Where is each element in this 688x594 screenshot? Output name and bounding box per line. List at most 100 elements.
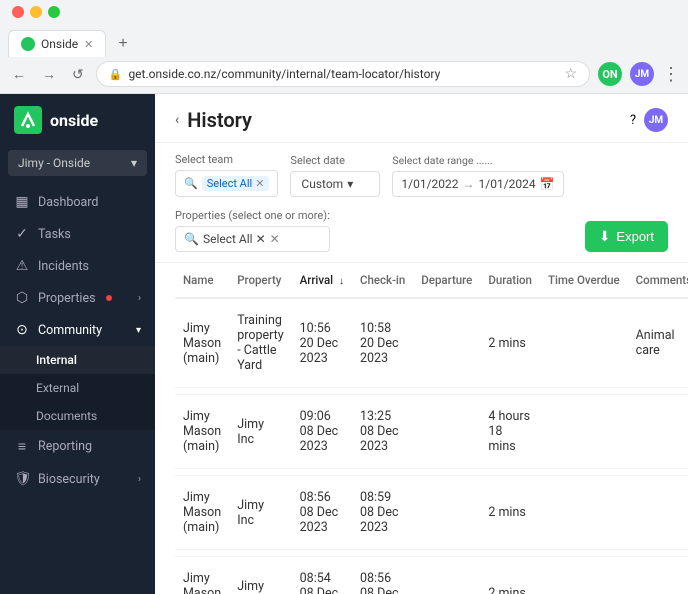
star-icon[interactable]: ☆ — [564, 66, 577, 82]
new-tab-button[interactable]: + — [110, 31, 135, 57]
sidebar-item-tasks[interactable]: ✓ Tasks — [0, 218, 155, 250]
back-button[interactable]: ← — [8, 64, 30, 84]
cell-comments — [628, 557, 688, 594]
dashboard-icon: ▦ — [14, 194, 30, 210]
export-download-icon: ⬇ — [599, 228, 611, 245]
date-range-input[interactable]: 1/01/2022 → 1/01/2024 📅 — [392, 171, 563, 197]
cell-comments: Animal care — [628, 298, 688, 388]
cell-departure — [413, 557, 480, 594]
workspace-selector[interactable]: Jimy - Onside ▾ — [8, 150, 147, 176]
refresh-button[interactable]: ↺ — [68, 64, 88, 85]
calendar-icon[interactable]: 📅 — [540, 177, 555, 191]
col-arrival[interactable]: Arrival ↓ — [292, 263, 352, 298]
props-search-icon: 🔍 — [184, 232, 199, 246]
export-label: Export — [616, 229, 654, 244]
cell-arrival: 09:06 08 Dec 2023 — [292, 395, 352, 469]
props-clear-icon[interactable]: ✕ — [270, 232, 280, 246]
team-filter-select[interactable]: 🔍 Select All ✕ — [175, 170, 278, 197]
sidebar-item-dashboard[interactable]: ▦ Dashboard — [0, 186, 155, 218]
sidebar-label-community: Community — [38, 323, 102, 338]
sidebar-item-reporting[interactable]: ≡ Reporting — [0, 430, 155, 463]
cell-checkin: 10:58 20 Dec 2023 — [352, 298, 413, 388]
export-button[interactable]: ⬇ Export — [585, 221, 668, 252]
profile-icon[interactable]: JM — [630, 62, 654, 86]
cell-arrival: 10:56 20 Dec 2023 — [292, 298, 352, 388]
team-filter-group: Select team 🔍 Select All ✕ — [175, 153, 278, 197]
date-filter-select[interactable]: Custom ▾ — [290, 171, 380, 197]
date-filter-group: Select date Custom ▾ — [290, 154, 380, 197]
col-checkin: Check-in — [352, 263, 413, 298]
properties-chevron-icon: › — [138, 293, 141, 304]
tab-label: Onside — [41, 37, 78, 51]
properties-icon: ⬡ — [14, 290, 30, 306]
history-table: Name Property Arrival ↓ Check-in Departu… — [175, 263, 688, 594]
cell-time-overdue — [540, 476, 628, 550]
cell-departure — [413, 476, 480, 550]
user-avatar[interactable]: JM — [644, 108, 668, 132]
address-bar: ← → ↺ 🔒 get.onside.co.nz/community/inter… — [0, 57, 688, 93]
table-header-row: Name Property Arrival ↓ Check-in Departu… — [175, 263, 688, 298]
cell-time-overdue — [540, 298, 628, 388]
cell-departure — [413, 395, 480, 469]
sidebar-item-external[interactable]: External — [0, 374, 155, 402]
page-title: History — [187, 108, 252, 132]
dot-green[interactable] — [48, 6, 60, 18]
tab-close-icon[interactable]: ✕ — [84, 38, 93, 51]
team-filter-tag: Select All ✕ — [202, 176, 270, 191]
date-from: 1/01/2022 — [401, 177, 458, 191]
active-tab[interactable]: Onside ✕ — [8, 30, 106, 57]
cell-property: Training property - Cattle Yard — [229, 298, 291, 388]
team-filter-label: Select team — [175, 153, 278, 166]
biosecurity-chevron-icon: › — [138, 474, 141, 485]
cell-duration: 2 mins — [480, 298, 540, 388]
col-duration: Duration — [480, 263, 540, 298]
table-row-spacer — [175, 469, 688, 476]
sidebar-item-properties[interactable]: ⬡ Properties › — [0, 282, 155, 314]
cell-departure — [413, 298, 480, 388]
sidebar-nav: ▦ Dashboard ✓ Tasks ⚠ Incidents ⬡ Proper… — [0, 180, 155, 594]
browser-menu-icon[interactable]: ⋮ — [662, 64, 680, 85]
reporting-icon: ≡ — [14, 438, 30, 455]
date-dropdown-chevron-icon: ▾ — [347, 177, 353, 191]
url-text: get.onside.co.nz/community/internal/team… — [128, 67, 440, 81]
sidebar-item-community[interactable]: ⊙ Community ▾ — [0, 314, 155, 346]
cell-time-overdue — [540, 557, 628, 594]
date-range-label: Select date range ...... — [392, 154, 563, 167]
props-filter-value: Select All — [203, 232, 253, 246]
sidebar-logo: onside — [0, 94, 155, 146]
team-search-icon: 🔍 — [184, 177, 198, 190]
cell-name: Jimy Mason (main) — [175, 298, 229, 388]
sidebar-item-documents[interactable]: Documents — [0, 402, 155, 430]
props-tag-clear-icon[interactable]: ✕ — [256, 232, 266, 246]
extension-icon[interactable]: ON — [598, 62, 622, 86]
props-filter-select[interactable]: 🔍 Select All ✕ ✕ — [175, 226, 330, 252]
cell-duration: 2 mins — [480, 476, 540, 550]
url-bar[interactable]: 🔒 get.onside.co.nz/community/internal/te… — [96, 61, 590, 87]
tab-favicon — [21, 37, 35, 51]
filters-bar: Select team 🔍 Select All ✕ Select date C… — [155, 143, 688, 263]
tasks-icon: ✓ — [14, 226, 30, 242]
properties-filter-group: Properties (select one or more): 🔍 Selec… — [175, 209, 330, 252]
dot-yellow[interactable] — [30, 6, 42, 18]
sidebar-item-biosecurity[interactable]: 🛡 Biosecurity › — [0, 463, 155, 495]
back-button[interactable]: ‹ — [175, 112, 179, 128]
lock-icon: 🔒 — [109, 68, 123, 81]
team-filter-clear-icon[interactable]: ✕ — [255, 177, 264, 190]
sidebar-item-internal[interactable]: Internal — [0, 346, 155, 374]
biosecurity-icon: 🛡 — [14, 471, 30, 487]
dot-red[interactable] — [12, 6, 24, 18]
sidebar-item-incidents[interactable]: ⚠ Incidents — [0, 250, 155, 282]
table-row: Jimy Mason (main)Training property - Cat… — [175, 298, 688, 388]
forward-button[interactable]: → — [38, 64, 60, 84]
community-submenu: Internal External Documents — [0, 346, 155, 430]
incidents-icon: ⚠ — [14, 258, 30, 274]
cell-name: Jimy Mason (main) — [175, 557, 229, 594]
sidebar-label-biosecurity: Biosecurity — [38, 472, 100, 487]
tab-bar: Onside ✕ + — [0, 24, 688, 57]
sidebar-label-reporting: Reporting — [38, 439, 92, 454]
cell-name: Jimy Mason (main) — [175, 395, 229, 469]
sidebar-label-dashboard: Dashboard — [38, 195, 98, 210]
cell-checkin: 08:56 08 Dec 2023 — [352, 557, 413, 594]
community-icon: ⊙ — [14, 322, 30, 338]
help-icon[interactable]: ? — [630, 113, 636, 128]
